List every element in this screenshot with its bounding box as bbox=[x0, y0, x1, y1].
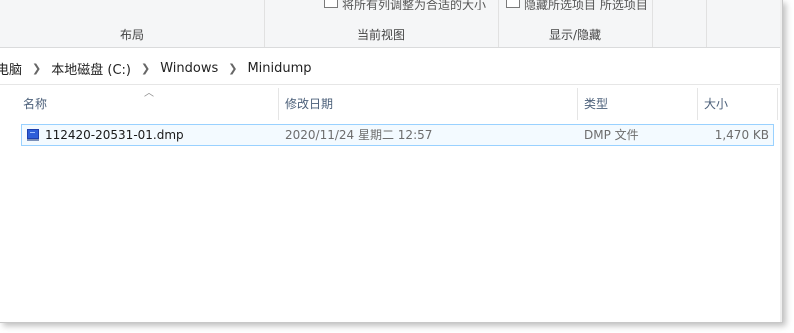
explorer-window: 布局 将所有列调整为合适的大小 当前视图 隐藏所选项目 所选项目 显示/隐藏 电… bbox=[0, 0, 783, 323]
ribbon-group-layout: 布局 bbox=[0, 0, 265, 47]
chevron-right-icon[interactable]: ❯ bbox=[28, 62, 45, 75]
ribbon-group-label: 当前视图 bbox=[356, 28, 405, 42]
file-size: 1,470 KB bbox=[714, 128, 769, 142]
ribbon: 布局 将所有列调整为合适的大小 当前视图 隐藏所选项目 所选项目 显示/隐藏 bbox=[0, 0, 782, 48]
breadcrumb-item-windows[interactable]: Windows bbox=[154, 61, 224, 76]
size-columns-label: 将所有列调整为合适的大小 bbox=[342, 0, 487, 10]
breadcrumb-item-drive[interactable]: 本地磁盘 (C:) bbox=[45, 59, 137, 78]
dmp-file-icon bbox=[27, 129, 39, 141]
file-modified: 2020/11/24 星期二 12:57 bbox=[285, 128, 433, 142]
column-headers: ︿ 名称 修改日期 类型 大小 bbox=[0, 88, 782, 120]
ribbon-cut-row[interactable]: 隐藏所选项目 所选项目 bbox=[506, 0, 652, 10]
ribbon-group-label: 显示/隐藏 bbox=[548, 28, 602, 42]
column-header-modified[interactable]: 修改日期 bbox=[279, 88, 578, 120]
size-columns-icon bbox=[324, 0, 338, 8]
file-row[interactable]: 112420-20531-01.dmp 2020/11/24 星期二 12:57… bbox=[21, 124, 774, 146]
hide-items-icon bbox=[506, 0, 520, 8]
ribbon-group-show-hide: 隐藏所选项目 所选项目 显示/隐藏 bbox=[498, 0, 653, 47]
hide-items-label: 隐藏所选项目 所选项目 bbox=[524, 0, 648, 10]
scrollbar[interactable] bbox=[780, 0, 782, 322]
breadcrumb: 电脑 ❯ 本地磁盘 (C:) ❯ Windows ❯ Minidump bbox=[0, 52, 318, 84]
file-type: DMP 文件 bbox=[584, 128, 639, 142]
file-name[interactable]: 112420-20531-01.dmp bbox=[45, 125, 184, 145]
column-header-type[interactable]: 类型 bbox=[578, 88, 698, 120]
chevron-right-icon[interactable]: ❯ bbox=[137, 62, 154, 75]
chevron-right-icon[interactable]: ❯ bbox=[224, 62, 241, 75]
column-header-name[interactable]: 名称 bbox=[17, 88, 279, 120]
column-header-size[interactable]: 大小 bbox=[698, 88, 778, 120]
ribbon-group-current-view: 将所有列调整为合适的大小 当前视图 bbox=[264, 0, 499, 47]
ribbon-cut-row[interactable]: 将所有列调整为合适的大小 bbox=[324, 0, 498, 10]
breadcrumb-item-minidump[interactable]: Minidump bbox=[241, 61, 317, 76]
ribbon-group-options bbox=[652, 0, 707, 47]
address-bar[interactable]: 电脑 ❯ 本地磁盘 (C:) ❯ Windows ❯ Minidump bbox=[0, 52, 782, 85]
breadcrumb-item-pc[interactable]: 电脑 bbox=[0, 59, 28, 78]
ribbon-group-label: 布局 bbox=[119, 28, 144, 42]
